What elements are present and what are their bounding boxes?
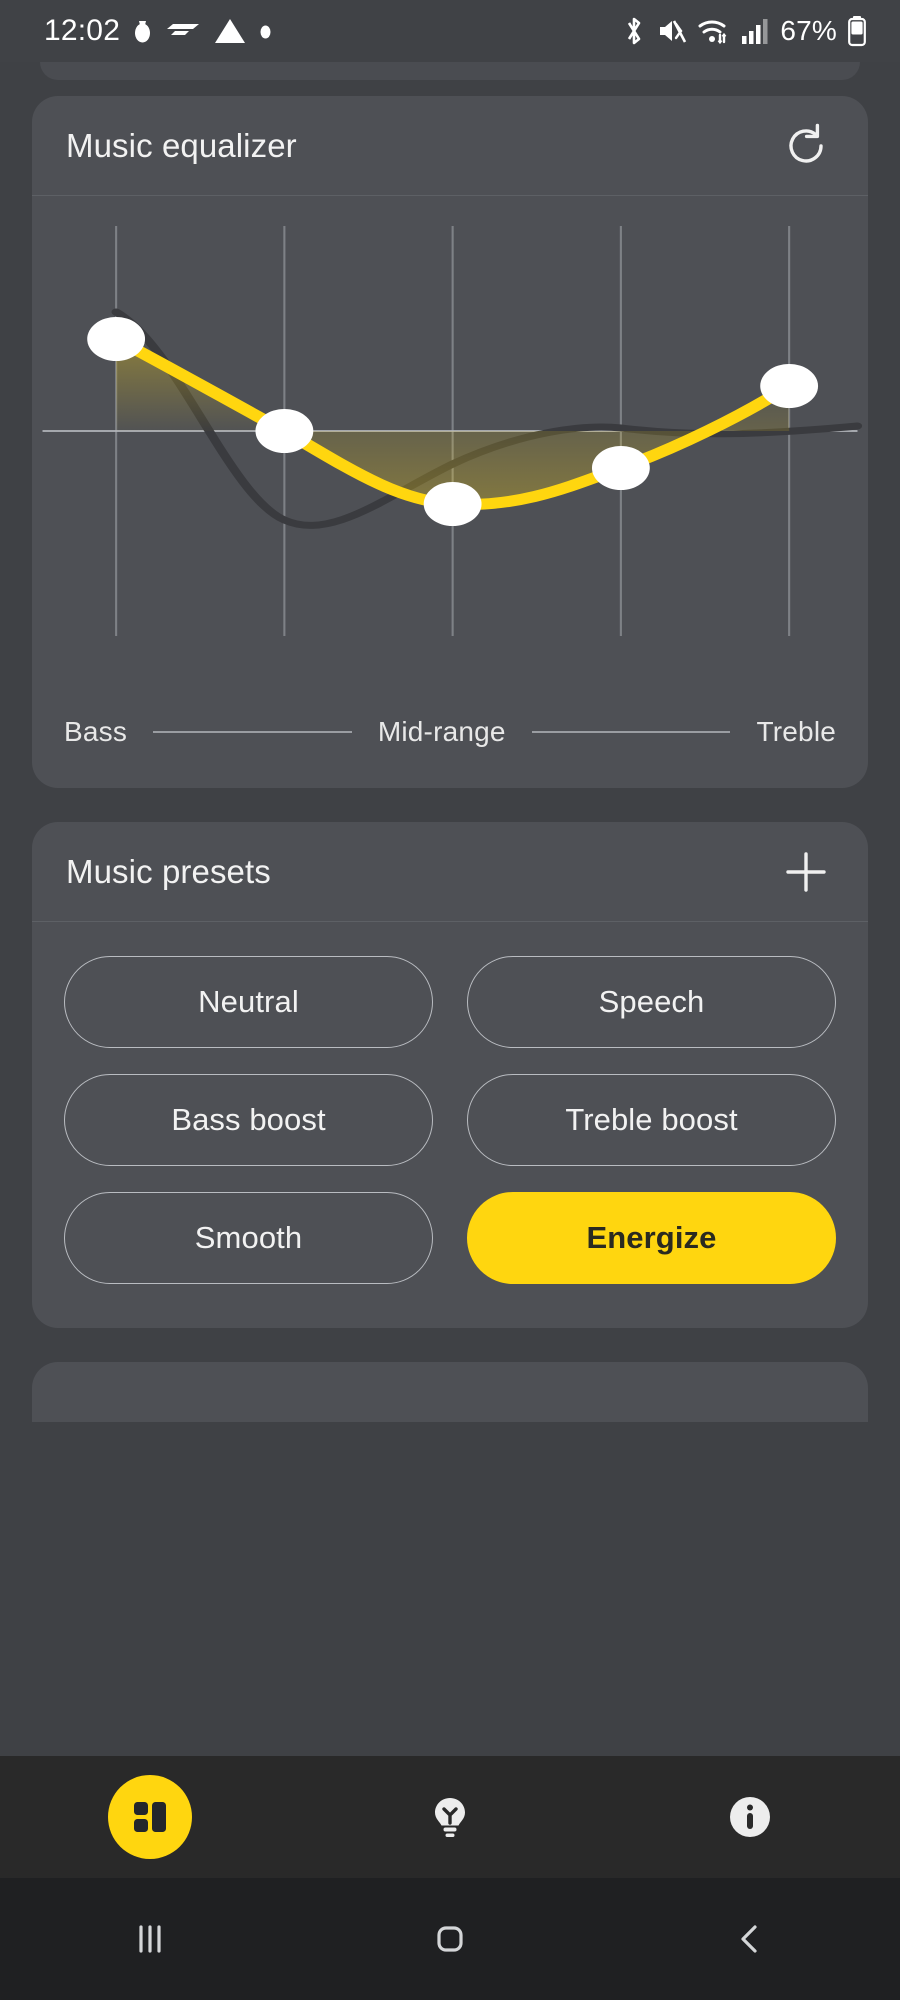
equalizer-tab-pill (108, 1775, 192, 1859)
bottom-tab-bar (0, 1756, 900, 1878)
equalizer-graph-area[interactable]: Bass Mid-range Treble (32, 196, 868, 788)
music-equalizer-card: Music equalizer (32, 96, 868, 788)
legend-label-treble: Treble (756, 716, 836, 748)
status-bar-right: 67% (622, 15, 866, 47)
band-handle-bass[interactable] (87, 317, 145, 361)
band-handle-mid[interactable] (424, 482, 482, 526)
status-bar-left: 12:02 (44, 14, 272, 48)
equalizer-card-title: Music equalizer (66, 127, 297, 165)
tips-tab[interactable] (300, 1756, 600, 1878)
presets-card-title: Music presets (66, 853, 271, 891)
back-icon (728, 1917, 772, 1961)
preset-button-smooth[interactable]: Smooth (64, 1192, 433, 1284)
legend-divider-right (532, 731, 731, 733)
back-button[interactable] (600, 1917, 900, 1961)
equalizer-curve-chart[interactable] (32, 196, 868, 716)
band-handle-low-mid[interactable] (255, 409, 313, 453)
dot-icon (259, 23, 272, 40)
info-icon (726, 1793, 774, 1841)
bluetooth-icon (622, 15, 646, 47)
equalizer-tab[interactable] (0, 1756, 300, 1878)
battery-icon (848, 15, 866, 47)
status-bar-battery-text: 67% (780, 15, 837, 47)
lightbulb-icon (424, 1791, 476, 1843)
mute-vibrate-icon (657, 16, 687, 46)
preset-button-neutral[interactable]: Neutral (64, 956, 433, 1048)
music-presets-card: Music presets Neutral Speech Bass boost … (32, 822, 868, 1328)
wifi-icon (698, 15, 730, 47)
presets-list: Neutral Speech Bass boost Treble boost S… (32, 922, 868, 1328)
preset-button-energize[interactable]: Energize (467, 1192, 836, 1284)
app-content: Music equalizer (0, 96, 900, 1422)
status-bar-clock: 12:02 (44, 14, 120, 48)
equalizer-panel-icon (127, 1794, 173, 1840)
scroll-top-indicator (40, 62, 860, 80)
preset-grid: Neutral Speech Bass boost Treble boost S… (64, 956, 836, 1284)
signal-icon (741, 16, 769, 46)
band-handle-upper-mid[interactable] (592, 446, 650, 490)
recents-icon (128, 1917, 172, 1961)
legend-label-midrange: Mid-range (378, 716, 506, 748)
reset-icon[interactable] (778, 118, 834, 174)
android-nav-bar (0, 1878, 900, 2000)
status-bar: 12:02 (0, 0, 900, 62)
chart-area-below (284, 386, 789, 504)
legend-label-bass: Bass (64, 716, 127, 748)
equalizer-card-header: Music equalizer (32, 96, 868, 196)
legend-divider-left (153, 731, 352, 733)
home-icon (428, 1917, 472, 1961)
triangle-icon (214, 17, 246, 45)
info-tab[interactable] (600, 1756, 900, 1878)
presets-card-header: Music presets (32, 822, 868, 922)
plus-icon[interactable] (778, 844, 834, 900)
next-card-peek (32, 1362, 868, 1422)
band-handle-treble[interactable] (760, 364, 818, 408)
preset-button-treble-boost[interactable]: Treble boost (467, 1074, 836, 1166)
equalizer-legend: Bass Mid-range Treble (32, 716, 868, 788)
watch-icon (133, 16, 152, 46)
f1-icon (165, 20, 201, 42)
preset-button-speech[interactable]: Speech (467, 956, 836, 1048)
home-button[interactable] (300, 1917, 600, 1961)
recents-button[interactable] (0, 1917, 300, 1961)
preset-button-bass-boost[interactable]: Bass boost (64, 1074, 433, 1166)
